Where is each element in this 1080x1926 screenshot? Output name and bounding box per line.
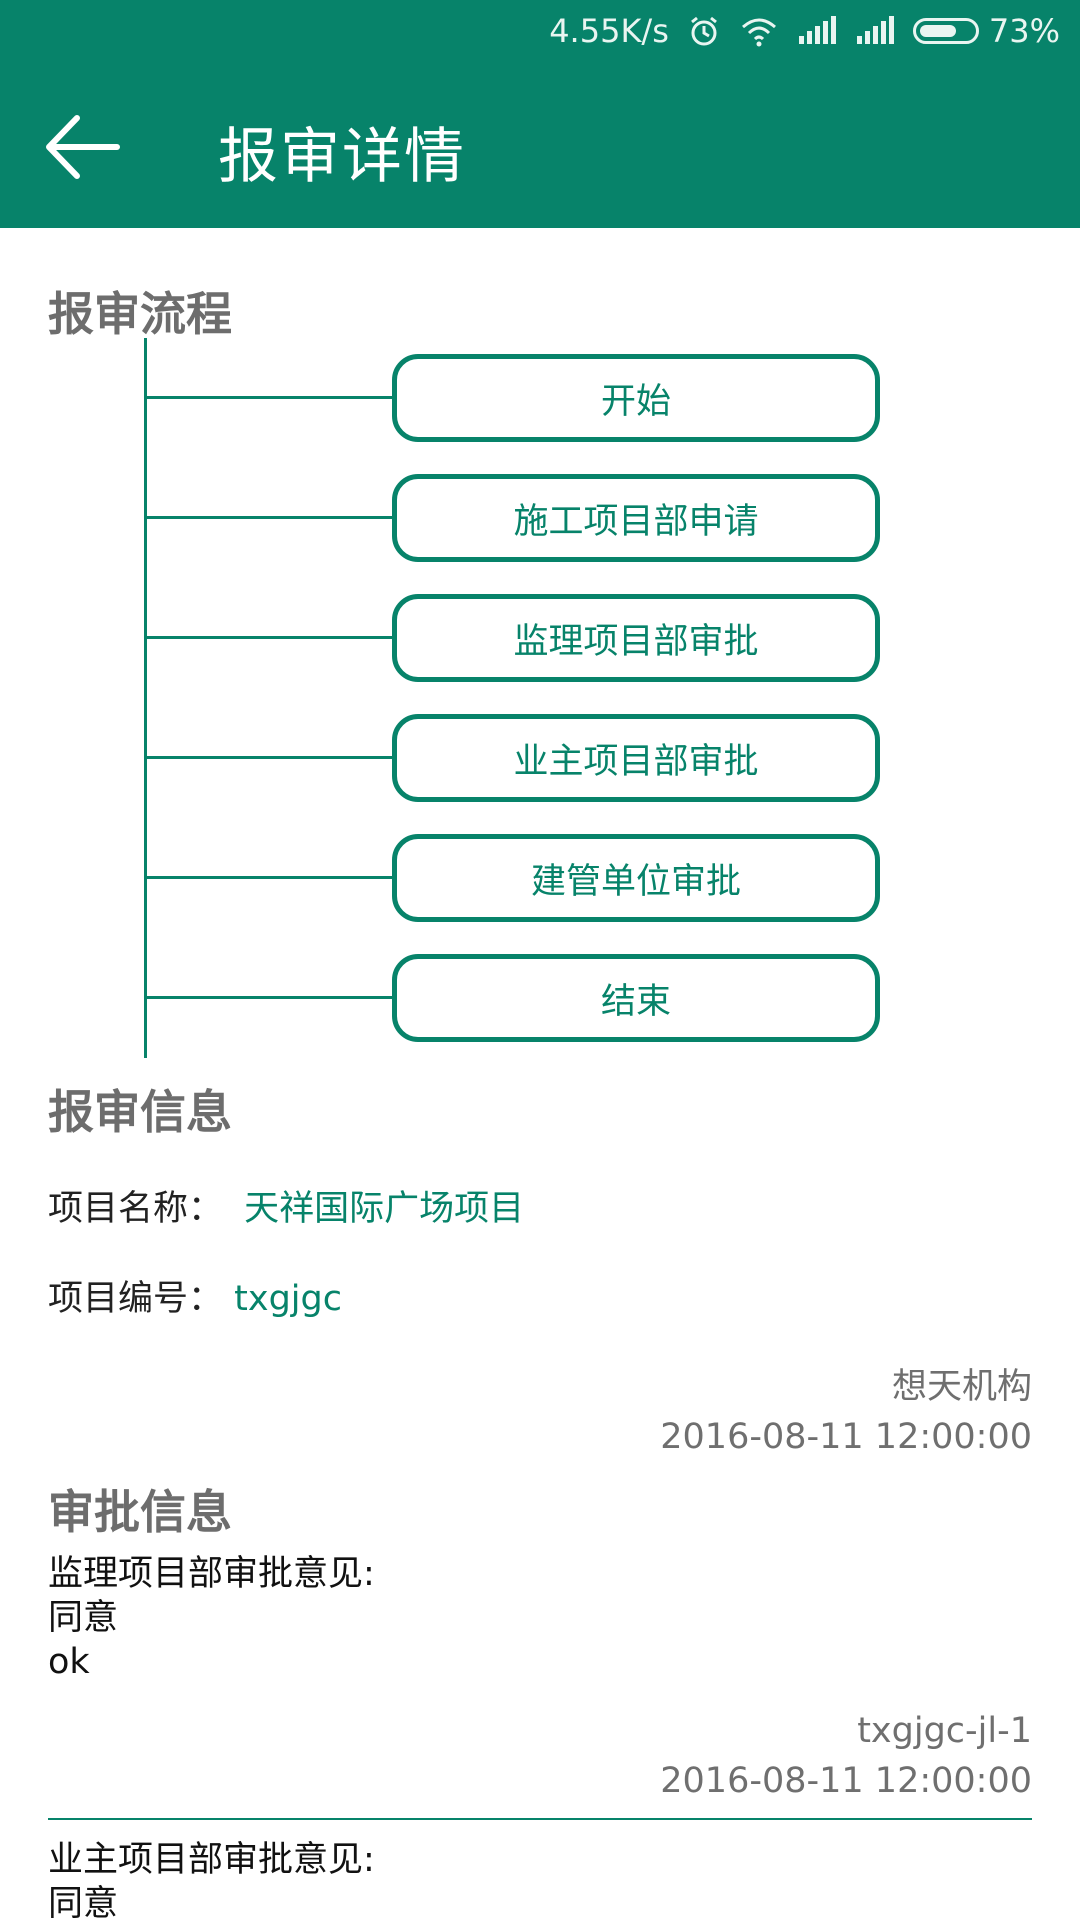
battery-icon [912, 18, 989, 44]
signal-icon [797, 16, 837, 46]
approval-divider [48, 1818, 1032, 1820]
project-code-value: txgjgc [234, 1279, 342, 1319]
info-time: 2016-08-11 12:00:00 [660, 1417, 1032, 1457]
battery-percent: 73% [988, 12, 1060, 50]
flow-step-management-approve[interactable]: 建管单位审批 [392, 834, 880, 922]
approval-opinion: 同意 [48, 1884, 119, 1924]
approval-item: 监理项目部审批意见: 同意 ok [48, 1552, 375, 1684]
flow-connector [145, 996, 393, 999]
flow-step-end[interactable]: 结束 [392, 954, 880, 1042]
flow-step-construction-apply[interactable]: 施工项目部申请 [392, 474, 880, 562]
approval-section-title: 审批信息 [48, 1485, 232, 1539]
arrow-left-icon [46, 115, 120, 179]
status-bar: 4.55K/s 73% [0, 0, 1080, 62]
wifi-icon [739, 15, 779, 47]
approval-label: 业主项目部审批意见: [48, 1840, 375, 1880]
network-speed: 4.55K/s [549, 12, 669, 50]
flow-step-start[interactable]: 开始 [392, 354, 880, 442]
flow-trunk-line [144, 338, 147, 1058]
approval-comment: ok [48, 1642, 90, 1682]
approval-label: 监理项目部审批意见: [48, 1554, 375, 1594]
approval-meta: txgjgc-jl-1 2016-08-11 12:00:00 [660, 1706, 1032, 1806]
flow-step-owner-approve[interactable]: 业主项目部审批 [392, 714, 880, 802]
project-name-row: 项目名称： 天祥国际广场项目 [48, 1180, 524, 1231]
flow-connector [145, 636, 393, 639]
flow-connector [145, 396, 393, 399]
approval-item: 业主项目部审批意见: 同意 [48, 1838, 375, 1926]
signal-icon [855, 16, 895, 46]
project-name-label: 项目名称： [48, 1189, 224, 1229]
app-bar: 报审详情 [0, 62, 1080, 228]
info-meta: 想天机构 2016-08-11 12:00:00 [660, 1362, 1032, 1462]
approval-time: 2016-08-11 12:00:00 [660, 1761, 1032, 1801]
flow-connector [145, 876, 393, 879]
info-section-title: 报审信息 [48, 1085, 232, 1139]
back-button[interactable] [36, 102, 126, 192]
flow-connector [145, 756, 393, 759]
flow-connector [145, 516, 393, 519]
approval-user: txgjgc-jl-1 [857, 1711, 1032, 1751]
project-name-value: 天祥国际广场项目 [244, 1189, 525, 1229]
project-code-row: 项目编号： txgjgc [48, 1270, 342, 1321]
approval-opinion: 同意 [48, 1598, 119, 1638]
alarm-icon [687, 14, 721, 48]
project-code-label: 项目编号： [48, 1279, 224, 1319]
flow-step-supervision-approve[interactable]: 监理项目部审批 [392, 594, 880, 682]
page-title: 报审详情 [218, 122, 466, 192]
org-name: 想天机构 [891, 1367, 1032, 1407]
flow-section-title: 报审流程 [48, 287, 232, 341]
